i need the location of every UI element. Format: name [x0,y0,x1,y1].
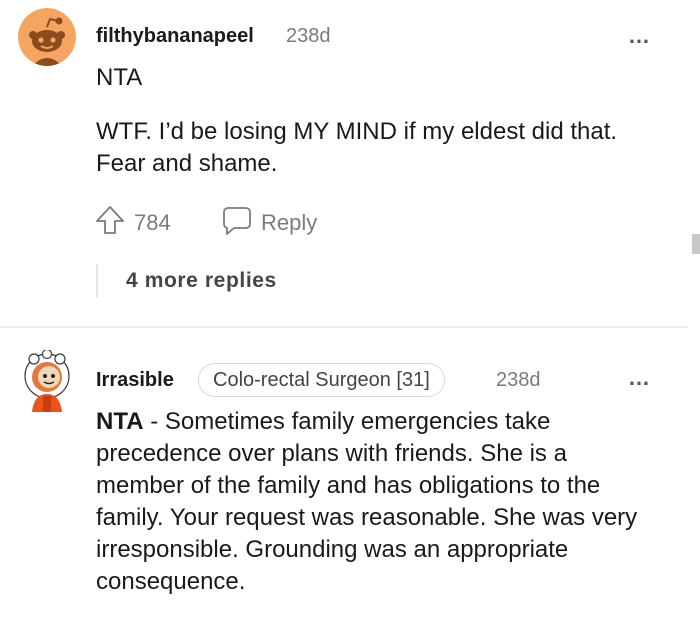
comment-paragraph: NTA [96,64,143,91]
upvote-icon[interactable] [94,204,126,242]
comment-age: 238d [496,369,541,391]
vote-control: 784 [94,204,171,242]
scrollbar-thumb[interactable] [692,234,700,254]
thread-line [96,264,98,298]
reply-label: Reply [261,210,318,235]
verdict-tag: NTA [96,408,144,435]
comment-age: 238d [286,25,331,47]
reply-button[interactable]: Reply [221,204,317,242]
username[interactable]: filthybananapeel [96,25,254,48]
username[interactable]: Irrasible [96,369,174,392]
more-replies-link[interactable]: 4 more replies [126,269,277,293]
comment-paragraph: WTF. I’d be losing MY MIND if my eldest … [96,118,618,177]
comment-body: NTA WTF. I’d be losing MY MIND if my eld… [96,62,666,180]
user-avatar-icon[interactable] [18,8,76,66]
user-avatar-icon[interactable] [22,350,72,412]
more-options-icon[interactable]: … [628,25,651,47]
comment: Irrasible Colo-rectal Surgeon [31] 238d … [0,330,700,621]
reply-icon [221,204,253,242]
comment: filthybananapeel 238d … NTA WTF. I’d be … [0,0,700,326]
comment-paragraph: NTA - Sometimes family emergencies take … [96,406,656,598]
comment-text: - Sometimes family emergencies take prec… [96,408,638,595]
more-options-icon[interactable]: … [628,367,651,389]
comment-divider [0,326,688,328]
comment-body: NTA - Sometimes family emergencies take … [96,406,656,598]
vote-count: 784 [134,210,171,235]
user-flair-badge: Colo-rectal Surgeon [31] [198,363,445,397]
